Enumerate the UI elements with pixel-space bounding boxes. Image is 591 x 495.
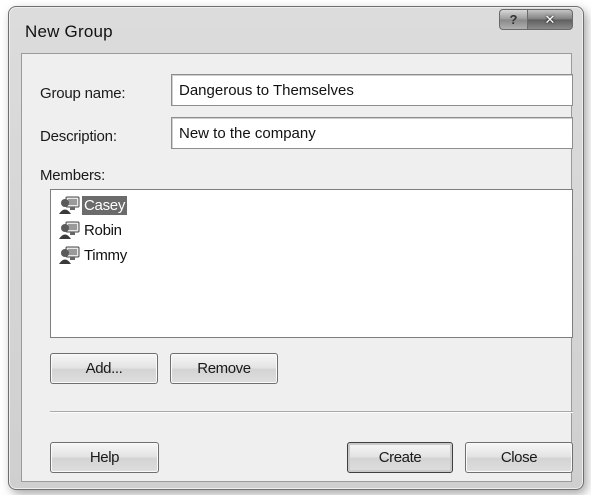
member-name: Timmy [84, 246, 127, 264]
user-computer-icon [59, 220, 81, 240]
add-button[interactable]: Add... [50, 353, 158, 384]
description-label: Description: [40, 128, 117, 145]
close-button[interactable]: Close [465, 442, 573, 473]
help-title-button[interactable]: ? [499, 9, 527, 30]
remove-button[interactable]: Remove [170, 353, 278, 384]
close-title-button[interactable]: ✕ [527, 9, 573, 30]
member-item[interactable]: Robin [59, 219, 124, 241]
new-group-dialog: New Group ? ✕ Group name: Description: M… [8, 6, 584, 490]
dialog-client-area: Group name: Description: Members: Casey R… [21, 53, 573, 482]
dialog-title: New Group [25, 22, 113, 41]
member-name: Casey [82, 195, 128, 215]
question-mark-icon: ? [509, 12, 518, 27]
close-icon: ✕ [544, 11, 556, 27]
group-name-input[interactable] [171, 74, 573, 106]
description-input[interactable] [171, 117, 573, 149]
help-button[interactable]: Help [50, 442, 159, 473]
member-name: Robin [84, 221, 122, 239]
user-computer-icon [59, 245, 81, 265]
user-computer-icon [59, 195, 81, 215]
group-name-label: Group name: [40, 85, 126, 102]
member-item[interactable]: Timmy [59, 244, 129, 266]
separator [50, 411, 573, 413]
title-bar-buttons: ? ✕ [499, 9, 573, 30]
members-label: Members: [40, 167, 106, 184]
member-item[interactable]: Casey [59, 194, 128, 216]
create-button[interactable]: Create [347, 442, 453, 473]
members-list[interactable]: Casey Robin Timmy [50, 189, 573, 338]
